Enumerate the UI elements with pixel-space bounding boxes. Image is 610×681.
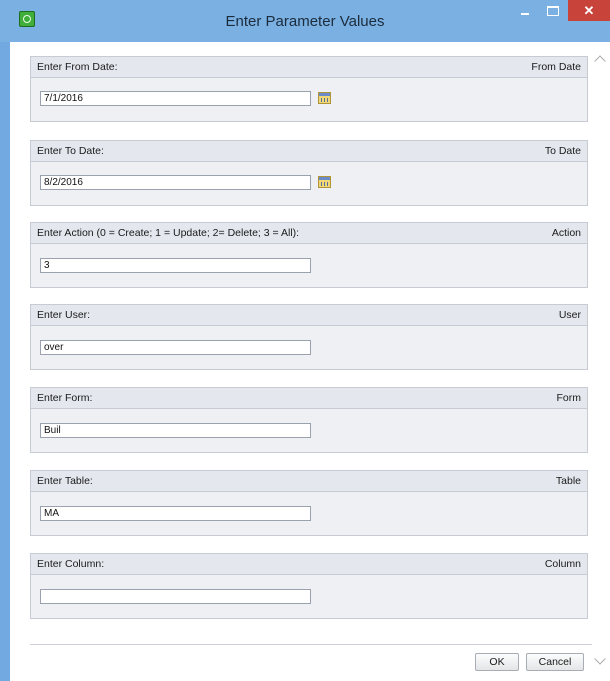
panel-action: Enter Action (0 = Create; 1 = Update; 2=… [30,222,588,288]
vertical-scrollbar[interactable] [592,42,610,681]
dialog-window: Enter Parameter Values ✕ Enter From Date… [0,0,610,681]
minimize-icon[interactable] [512,0,538,21]
panel-label: Enter Column: [37,558,105,570]
panel-header: Enter Action (0 = Create; 1 = Update; 2=… [31,223,587,244]
ok-button[interactable]: OK [475,653,519,671]
close-icon[interactable]: ✕ [568,0,610,21]
panel-param-name: User [558,309,581,321]
to-date-input[interactable] [40,175,311,190]
panel-from-date: Enter From Date: From Date [30,56,588,122]
panel-header: Enter User: User [31,305,587,326]
from-date-input[interactable] [40,91,311,106]
scroll-down-icon[interactable] [594,653,606,665]
panel-param-name: To Date [544,145,581,157]
panel-user: Enter User: User [30,304,588,370]
divider [30,644,596,645]
panel-label: Enter From Date: [37,61,118,73]
panel-param-name: From Date [531,61,581,73]
panel-label: Enter Table: [37,475,93,487]
panel-param-name: Column [544,558,581,570]
table-input[interactable] [40,506,311,521]
panel-column: Enter Column: Column [30,553,588,619]
column-input[interactable] [40,589,311,604]
action-input[interactable] [40,258,311,273]
maximize-icon[interactable] [540,0,566,21]
user-input[interactable] [40,340,311,355]
panel-param-name: Form [556,392,582,404]
panel-label: Enter Form: [37,392,93,404]
panel-table: Enter Table: Table [30,470,588,536]
calendar-icon[interactable] [318,92,331,104]
cancel-button[interactable]: Cancel [526,653,584,671]
panel-header: Enter From Date: From Date [31,57,587,78]
panel-label: Enter Action (0 = Create; 1 = Update; 2=… [37,227,300,239]
scroll-up-icon[interactable] [594,55,606,67]
form-input[interactable] [40,423,311,438]
dialog-body: Enter From Date: From Date Enter To Date… [10,42,610,681]
panel-header: Enter To Date: To Date [31,141,587,162]
panel-header: Enter Form: Form [31,388,587,409]
panel-form: Enter Form: Form [30,387,588,453]
panel-header: Enter Table: Table [31,471,587,492]
panel-label: Enter User: [37,309,91,321]
panel-to-date: Enter To Date: To Date [30,140,588,206]
title-bar[interactable]: Enter Parameter Values ✕ [0,0,610,42]
panel-header: Enter Column: Column [31,554,587,575]
panel-param-name: Action [551,227,581,239]
panel-param-name: Table [555,475,581,487]
panel-label: Enter To Date: [37,145,104,157]
calendar-icon[interactable] [318,176,331,188]
